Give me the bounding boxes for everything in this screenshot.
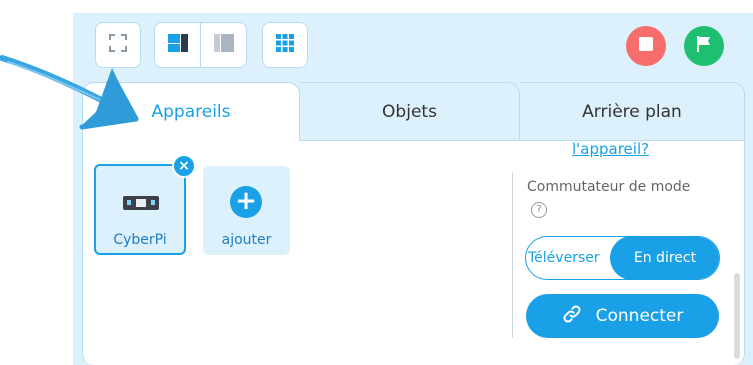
mode-upload-option[interactable]: Téléverser [528,237,600,279]
mode-switch-title: Commutateur de mode [527,179,691,195]
device-label: CyberPi [113,232,167,248]
device-help-link[interactable]: l'appareil? [572,136,649,158]
go-button[interactable] [684,26,724,66]
add-device-button[interactable]: + ajouter [203,166,290,255]
link-icon [562,304,582,328]
layout-split-button[interactable] [155,23,200,67]
help-icon[interactable]: ? [531,202,547,218]
plus-icon: + [230,186,262,218]
tab-arriere-plan[interactable]: Arrière plan [520,82,745,141]
grid-icon [275,33,295,57]
stop-icon [638,36,654,56]
tab-objets[interactable]: Objets [300,82,520,141]
tab-arriere-plan-label: Arrière plan [582,101,682,122]
mode-switch-toggle: Téléverser En direct [525,236,720,280]
connect-button-label: Connecter [595,306,684,326]
remove-device-button[interactable]: × [172,154,196,178]
cyberpi-device-icon [123,196,159,210]
layout-stage-button[interactable] [201,23,246,67]
vertical-scrollbar[interactable] [734,273,740,359]
tab-appareils-label: Appareils [151,102,231,122]
fullscreen-button[interactable] [95,22,141,68]
connect-button[interactable]: Connecter [526,294,719,338]
side-panel-divider [512,172,513,338]
tab-appareils[interactable]: Appareils [82,82,300,141]
stop-button[interactable] [626,26,666,66]
close-icon: × [178,158,190,174]
fullscreen-icon [108,33,128,57]
grid-view-button[interactable] [262,22,308,68]
flag-icon [696,35,712,57]
device-card-cyberpi[interactable]: CyberPi [94,164,186,255]
add-device-label: ajouter [221,232,272,248]
layout-split-icon [167,33,189,57]
tab-objets-label: Objets [382,101,437,122]
layout-toggle-group [154,22,247,68]
layout-stage-icon [213,33,235,57]
mode-live-option[interactable]: En direct [610,237,719,279]
